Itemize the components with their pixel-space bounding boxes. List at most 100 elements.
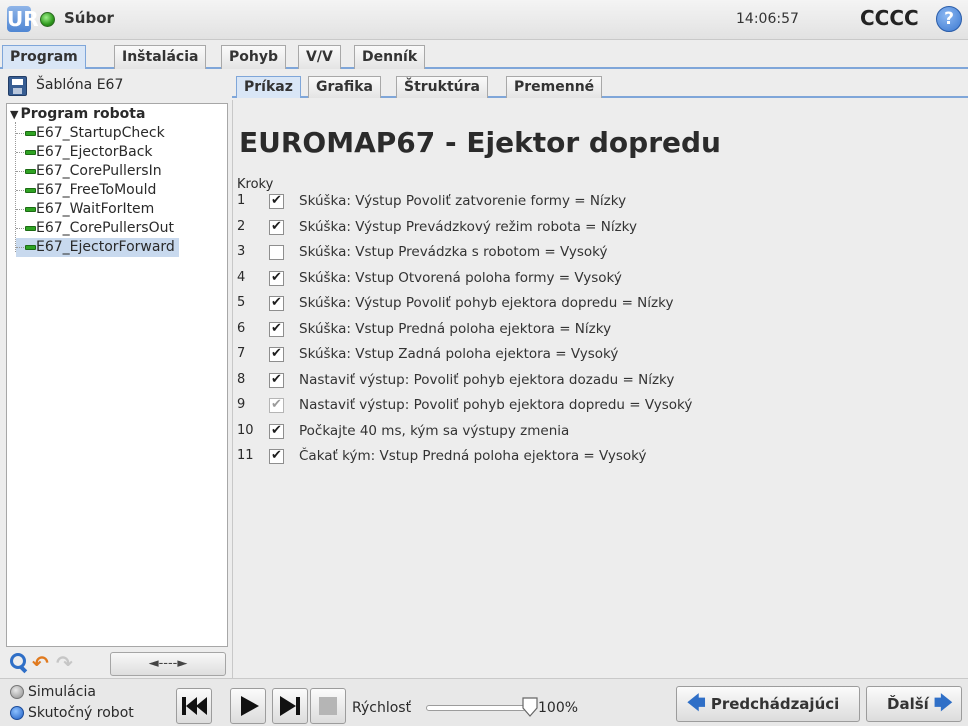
step-label: Skúška: Vstup Prevádzka s robotom = Vyso…	[299, 244, 608, 260]
tab-log[interactable]: Denník	[354, 45, 426, 69]
speed-slider[interactable]	[426, 705, 526, 711]
robot-name: CCCC	[860, 6, 919, 30]
step-checkbox[interactable]	[269, 372, 284, 388]
tab-program[interactable]: Program	[2, 45, 86, 69]
tree-item-wait-for-item[interactable]: E67_WaitForItem	[16, 200, 158, 219]
step-number: 2	[237, 218, 246, 234]
command-icon	[25, 226, 36, 231]
simulation-label[interactable]: Simulácia	[28, 684, 96, 700]
ur-logo-icon: UR	[7, 6, 39, 32]
tree-item-label: E67_EjectorForward	[36, 239, 175, 255]
real-robot-label[interactable]: Skutočný robot	[28, 705, 134, 721]
step-checkbox[interactable]	[269, 448, 284, 464]
step-row: 1 Skúška: Výstup Povoliť zatvorenie formy…	[237, 190, 957, 212]
step-checkbox[interactable]	[269, 397, 284, 413]
step-number: 7	[237, 346, 246, 361]
tree-item-core-pullers-out[interactable]: E67_CorePullersOut	[16, 219, 178, 238]
step-label: Skúška: Vstup Otvorená poloha formy = Vy…	[299, 269, 622, 286]
step-number: 3	[237, 244, 246, 259]
play-icon	[241, 696, 259, 716]
step-row: 10 Počkajte 40 ms, kým sa výstupy zmenia	[237, 420, 957, 442]
tab-move[interactable]: Pohyb	[221, 45, 286, 69]
tree-item-free-to-mould[interactable]: E67_FreeToMould	[16, 181, 160, 200]
tree-item-ejector-forward[interactable]: E67_EjectorForward	[16, 238, 179, 257]
skip-to-start-button[interactable]	[176, 688, 212, 724]
command-panel: EUROMAP67 - Ejektor dopredu Kroky 1Skúšk…	[232, 100, 968, 678]
step-number: 5	[237, 295, 246, 310]
step-button[interactable]	[272, 688, 308, 724]
step-checkbox[interactable]	[269, 346, 284, 362]
tree-root[interactable]: ▼ Program robota	[10, 106, 145, 122]
step-row: 4 Skúška: Vstup Otvorená poloha formy = V…	[237, 267, 957, 289]
tab-installation[interactable]: Inštalácia	[114, 45, 207, 69]
step-checkbox[interactable]	[269, 423, 284, 439]
stop-icon	[319, 697, 337, 715]
step-row: 7 Skúška: Vstup Zadná poloha ejektora = V…	[237, 343, 957, 365]
tab-command[interactable]: Príkaz	[236, 76, 301, 98]
step-label: Skúška: Výstup Prevádzkový režim robota …	[299, 218, 638, 235]
previous-button[interactable]: 🡄 Predchádzajúci	[676, 686, 860, 722]
redo-icon[interactable]: ↷	[56, 652, 78, 674]
real-robot-radio[interactable]	[10, 706, 24, 720]
step-checkbox[interactable]	[269, 193, 284, 209]
tree-item-core-pullers-in[interactable]: E67_CorePullersIn	[16, 162, 166, 181]
magnify-icon[interactable]	[8, 652, 30, 674]
step-row: 3 Skúška: Vstup Prevádzka s robotom = Vys…	[237, 241, 957, 263]
step-number: 4	[237, 269, 246, 285]
clock: 14:06:57	[736, 11, 799, 27]
file-menu[interactable]: Súbor	[64, 9, 114, 27]
help-icon[interactable]: ?	[936, 6, 962, 32]
undo-icon[interactable]: ↶	[32, 652, 54, 674]
step-label: Skúška: Výstup Povoliť zatvorenie formy …	[299, 193, 627, 209]
page-title: EUROMAP67 - Ejektor dopredu	[239, 126, 721, 159]
play-button[interactable]	[230, 688, 266, 724]
command-icon	[25, 150, 36, 155]
step-row: 8 Nastaviť výstup: Povoliť pohyb ejektora…	[237, 369, 957, 391]
tree-toolbar: ↶ ↷ ◄----►	[6, 652, 228, 678]
step-row: 6 Skúška: Vstup Predná poloha ejektora = …	[237, 318, 957, 340]
tree-item-label: E67_EjectorBack	[36, 144, 153, 160]
tab-variables[interactable]: Premenné	[506, 76, 603, 98]
tab-graphics[interactable]: Grafika	[308, 76, 381, 98]
stop-button[interactable]	[310, 688, 346, 724]
step-row: 11 Čakať kým: Vstup Predná poloha ejektor…	[237, 445, 957, 467]
program-tree[interactable]: ▼ Program robota E67_StartupCheck E67_Eje…	[6, 103, 228, 647]
tab-io[interactable]: V/V	[298, 45, 341, 69]
robot-status-icon	[40, 12, 55, 27]
tree-item-startup-check[interactable]: E67_StartupCheck	[16, 124, 169, 143]
tab-structure[interactable]: Štruktúra	[396, 76, 488, 98]
step-checkbox[interactable]	[269, 321, 284, 337]
tree-root-label: Program robota	[20, 106, 146, 122]
step-checkbox[interactable]	[269, 295, 284, 311]
speed-label: Rýchlosť	[352, 700, 412, 716]
tree-item-label: E67_CorePullersOut	[36, 220, 174, 236]
simulation-radio[interactable]	[10, 685, 24, 699]
tree-item-label: E67_CorePullersIn	[36, 163, 162, 179]
step-label: Nastaviť výstup: Povoliť pohyb ejektora …	[299, 397, 693, 413]
tree-item-ejector-back[interactable]: E67_EjectorBack	[16, 143, 157, 162]
command-icon	[25, 169, 36, 174]
previous-label: Predchádzajúci	[710, 695, 840, 713]
step-label: Skúška: Vstup Predná poloha ejektora = N…	[299, 320, 612, 337]
speed-slider-handle[interactable]	[522, 697, 538, 717]
expand-triangle-icon[interactable]: ▼	[10, 108, 18, 121]
next-label: Ďalší	[887, 695, 929, 713]
step-row: 2 Skúška: Výstup Prevádzkový režim robota…	[237, 216, 957, 238]
step-label: Čakať kým: Vstup Predná poloha ejektora …	[299, 448, 647, 464]
step-label: Nastaviť výstup: Povoliť pohyb ejektora …	[299, 371, 675, 388]
next-button[interactable]: Ďalší 🡆	[866, 686, 962, 722]
step-label: Skúška: Vstup Zadná poloha ejektora = Vy…	[299, 346, 619, 362]
step-number: 9	[237, 397, 246, 412]
step-number: 11	[237, 448, 254, 463]
step-checkbox[interactable]	[269, 245, 284, 260]
main-tabs: Program Inštalácia Pohyb V/V Denník	[0, 45, 968, 69]
step-number: 6	[237, 320, 246, 336]
step-checkbox[interactable]	[269, 270, 284, 286]
step-checkbox[interactable]	[269, 219, 284, 235]
arrow-left-icon: 🡄	[687, 693, 706, 714]
tree-item-label: E67_WaitForItem	[36, 201, 155, 217]
save-icon[interactable]	[8, 76, 27, 96]
move-node-button[interactable]: ◄----►	[110, 652, 226, 676]
speed-value: 100%	[538, 700, 579, 716]
step-row: 5 Skúška: Výstup Povoliť pohyb ejektora d…	[237, 292, 957, 314]
